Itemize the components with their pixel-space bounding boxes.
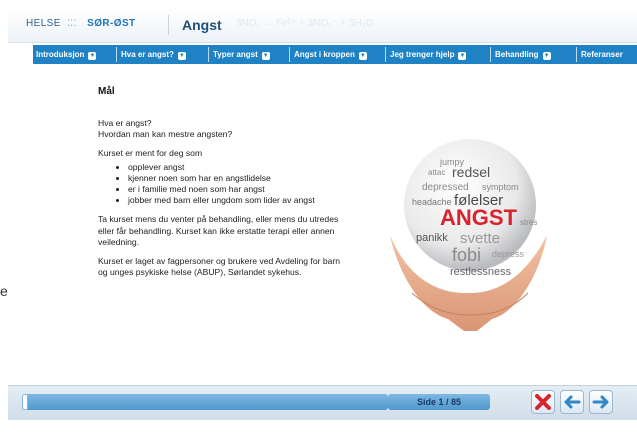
nav-separator: [490, 47, 491, 62]
intro-line-1: Hva er angst?: [98, 118, 152, 128]
nav-tab-typer-angst[interactable]: Typer angst ▼: [213, 47, 270, 62]
audience-intro: Kurset er ment for deg som: [98, 148, 203, 159]
intro-line-2: Hvordan man kan mestre angsten?: [98, 129, 233, 140]
arrow-left-icon: [564, 395, 581, 409]
edge-artifact: e: [0, 283, 8, 299]
audience-item: jobber med barn eller ungdom som lider a…: [128, 195, 348, 206]
angst-word-sphere-image: jumpy attac redsel depressed symptom hea…: [382, 115, 557, 331]
nav-tab-label: Hva er angst?: [121, 50, 174, 59]
about-paragraph: Kurset er laget av fagpersoner og bruker…: [98, 256, 341, 278]
nav-tab-angst-i-kroppen[interactable]: Angst i kroppen ▼: [294, 47, 367, 62]
word-angst: ANGST: [440, 205, 518, 230]
helse-sor-ost-logo: HELSE ⁚⁚⁚ SØR-ØST: [26, 18, 136, 29]
logo-dots-icon: ⁚⁚⁚: [66, 18, 77, 28]
main-navigation: Introduksjon ▼ Hva er angst? ▼ Typer angst ▼ A…: [33, 45, 637, 64]
footer-bar: Side 1 / 85: [8, 385, 637, 420]
audience-list: opplever angst kjenner noen som har en a…: [98, 162, 348, 207]
close-button[interactable]: [531, 390, 555, 414]
word-redsel: redsel: [452, 164, 490, 180]
page-indicator: Side 1 / 85: [388, 394, 490, 410]
logo-text-left: HELSE: [26, 18, 61, 29]
nav-tab-label: Introduksjon: [36, 50, 85, 59]
back-button[interactable]: [560, 390, 584, 414]
waiting-paragraph: Ta kurset mens du venter på behandling, …: [98, 214, 339, 247]
chevron-down-icon: ▼: [88, 52, 97, 60]
arrow-right-icon: [592, 395, 609, 409]
progress-bar: [22, 394, 388, 410]
nav-tab-jeg-trenger-hjelp[interactable]: Jeg trenger hjelp ▼: [390, 47, 467, 62]
nav-tab-label: Jeg trenger hjelp: [390, 50, 455, 59]
word-attac: attac: [428, 168, 445, 177]
header-separator: [168, 15, 169, 35]
course-title: Angst: [182, 17, 222, 33]
word-panikk: panikk: [416, 232, 448, 244]
audience-item: kjenner noen som har en angstlidelse: [128, 173, 348, 184]
footer: Side 1 / 85: [8, 385, 637, 437]
logo-text-right: SØR-ØST: [87, 18, 136, 29]
word-depress: depress: [492, 249, 525, 259]
chevron-down-icon: ▼: [177, 52, 186, 60]
nav-separator: [576, 47, 577, 62]
nav-tab-label: Referanser: [581, 50, 623, 59]
close-icon: [535, 394, 551, 410]
word-symptom: symptom: [482, 182, 519, 192]
audience-item: er i familie med noen som har angst: [128, 184, 348, 195]
chevron-down-icon: ▼: [458, 52, 467, 60]
nav-separator: [385, 47, 386, 62]
app-header: HELSE ⁚⁚⁚ SØR-ØST Angst 3NO₂ → Fe²⁺ + 3N…: [8, 8, 637, 43]
nav-separator: [208, 47, 209, 62]
content-text: Hva er angst? Hvordan man kan mestre ang…: [98, 118, 348, 286]
forward-button[interactable]: [589, 390, 613, 414]
progress-fill: [22, 394, 28, 410]
nav-tab-behandling[interactable]: Behandling ▼: [495, 47, 551, 62]
nav-tab-label: Angst i kroppen: [294, 50, 355, 59]
nav-separator: [289, 47, 290, 62]
nav-tab-hva-er-angst[interactable]: Hva er angst? ▼: [121, 47, 186, 62]
chevron-down-icon: ▼: [358, 52, 367, 60]
word-fobi: fobi: [452, 245, 481, 265]
background-formula: 3NO₂ → Fe²⁺ + 3NO₃⁻ + 3H₂O: [236, 18, 374, 29]
word-stres: stres: [520, 218, 537, 227]
nav-tab-introduksjon[interactable]: Introduksjon ▼: [36, 47, 97, 62]
word-sphere-illustration: jumpy attac redsel depressed symptom hea…: [390, 139, 547, 331]
word-restlessness: restlessness: [450, 266, 512, 278]
nav-tab-referanser[interactable]: Referanser: [581, 47, 623, 62]
nav-tab-label: Typer angst: [213, 50, 258, 59]
nav-tab-label: Behandling: [495, 50, 539, 59]
nav-separator: [116, 47, 117, 62]
chevron-down-icon: ▼: [542, 52, 551, 60]
page-heading: Mål: [98, 86, 115, 97]
chevron-down-icon: ▼: [261, 52, 270, 60]
audience-item: opplever angst: [128, 162, 348, 173]
